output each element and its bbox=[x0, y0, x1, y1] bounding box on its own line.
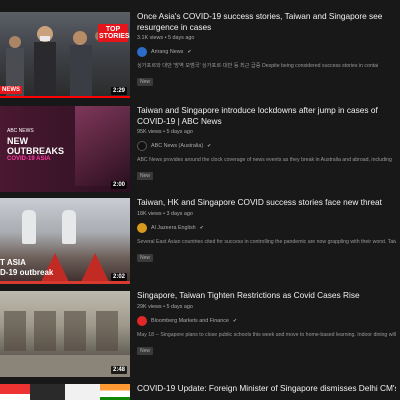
channel-name[interactable]: Arirang News bbox=[151, 49, 183, 55]
thumbnail-caption: D-19 outbreak bbox=[0, 268, 54, 277]
video-item[interactable]: 2:48 Singapore, Taiwan Tighten Restricti… bbox=[0, 290, 400, 377]
channel-row[interactable]: ABC News (Australia) ✔ bbox=[137, 141, 396, 151]
video-duration: 2:29 bbox=[110, 87, 127, 95]
video-item[interactable]: ABC NEWS NEW OUTBREAKS COVID-19 ASIA 2:0… bbox=[0, 105, 400, 192]
channel-avatar[interactable] bbox=[137, 141, 147, 151]
video-duration: 2:02 bbox=[110, 273, 127, 281]
video-thumbnail[interactable] bbox=[0, 384, 130, 400]
video-item[interactable]: T ASIA D-19 outbreak 2:02 Taiwan, HK and… bbox=[0, 197, 400, 284]
video-title[interactable]: Once Asia's COVID-19 success stories, Ta… bbox=[137, 11, 396, 32]
channel-avatar[interactable] bbox=[137, 315, 147, 326]
video-item[interactable]: COVID-19 Update: Foreign Minister of Sin… bbox=[0, 383, 400, 400]
video-info: Taiwan, HK and Singapore COVID success s… bbox=[137, 197, 396, 264]
verified-check-icon: ✔ bbox=[199, 224, 204, 231]
video-thumbnail[interactable]: ABC NEWS NEW OUTBREAKS COVID-19 ASIA 2:0… bbox=[0, 106, 130, 192]
video-info: Taiwan and Singapore introduce lockdowns… bbox=[137, 105, 396, 182]
video-duration: 2:48 bbox=[110, 366, 127, 374]
watch-progress-bar bbox=[0, 96, 130, 98]
video-item[interactable]: TOP STORIES NEWS 2:29 Once Asia's COVID-… bbox=[0, 11, 400, 98]
channel-name[interactable]: ABC News (Australia) bbox=[151, 143, 203, 149]
channel-row[interactable]: Arirang News ✔ bbox=[137, 47, 396, 57]
video-meta: 3.1K views • 5 days ago bbox=[137, 35, 195, 41]
video-info: COVID-19 Update: Foreign Minister of Sin… bbox=[137, 383, 396, 394]
video-description: Several East Asian countries cited for s… bbox=[137, 238, 396, 245]
thumbnail-subheadline: COVID-19 ASIA bbox=[7, 156, 51, 162]
thumbnail-scene bbox=[34, 311, 56, 351]
thumbnail-scene bbox=[96, 311, 118, 351]
new-badge: New bbox=[137, 346, 154, 355]
video-title[interactable]: Singapore, Taiwan Tighten Restrictions a… bbox=[137, 290, 396, 301]
video-meta: 18K views • 3 days ago bbox=[137, 210, 193, 217]
video-description: 싱가포르와 대만 '방역 모범국' 상가포르·대만 등 최근 급증 Despit… bbox=[137, 63, 379, 69]
video-title[interactable]: Taiwan and Singapore introduce lockdowns… bbox=[137, 105, 396, 126]
video-description: ABC News provides around the clock cover… bbox=[137, 157, 392, 163]
verified-check-icon: ✔ bbox=[187, 49, 192, 55]
video-description: May 18 -- Singapore plans to close publi… bbox=[137, 331, 396, 338]
video-duration: 2:00 bbox=[110, 181, 127, 189]
new-badge: New bbox=[137, 253, 154, 262]
video-info: Once Asia's COVID-19 success stories, Ta… bbox=[137, 11, 396, 88]
channel-avatar[interactable] bbox=[137, 222, 147, 233]
new-badge: New bbox=[137, 78, 154, 86]
channel-row[interactable]: Al Jazeera English ✔ bbox=[137, 222, 396, 233]
channel-name[interactable]: Al Jazeera English bbox=[151, 225, 196, 231]
thumbnail-scene bbox=[4, 311, 26, 351]
video-meta: 95K views • 5 days ago bbox=[137, 129, 193, 135]
singapore-flag-icon bbox=[0, 384, 30, 400]
thumbnail-headline: NEW OUTBREAKS bbox=[7, 136, 65, 156]
thumbnail-scene bbox=[64, 311, 86, 351]
verified-check-icon: ✔ bbox=[207, 143, 212, 149]
thumbnail-caption: T ASIA bbox=[0, 258, 26, 267]
channel-row[interactable]: Bloomberg Markets and Finance ✔ bbox=[137, 315, 396, 326]
top-stories-tag: TOP STORIES bbox=[98, 24, 130, 42]
video-thumbnail[interactable]: TOP STORIES NEWS 2:29 bbox=[0, 12, 130, 98]
abc-news-logo: ABC NEWS bbox=[7, 128, 34, 134]
india-flag-icon bbox=[100, 384, 130, 400]
news-label: NEWS bbox=[0, 86, 22, 94]
video-meta: 29K views • 5 days ago bbox=[137, 303, 193, 310]
caption-bar bbox=[0, 281, 130, 284]
video-title[interactable]: Taiwan, HK and Singapore COVID success s… bbox=[137, 197, 396, 208]
video-thumbnail[interactable]: 2:48 bbox=[0, 291, 130, 377]
video-title[interactable]: COVID-19 Update: Foreign Minister of Sin… bbox=[137, 383, 396, 394]
video-info: Singapore, Taiwan Tighten Restrictions a… bbox=[137, 290, 396, 357]
channel-avatar[interactable] bbox=[137, 47, 147, 57]
channel-name[interactable]: Bloomberg Markets and Finance bbox=[151, 318, 229, 324]
thumbnail-scene bbox=[75, 106, 130, 186]
video-thumbnail[interactable]: T ASIA D-19 outbreak 2:02 bbox=[0, 198, 130, 284]
verified-check-icon: ✔ bbox=[232, 317, 238, 324]
new-badge: New bbox=[137, 172, 154, 180]
